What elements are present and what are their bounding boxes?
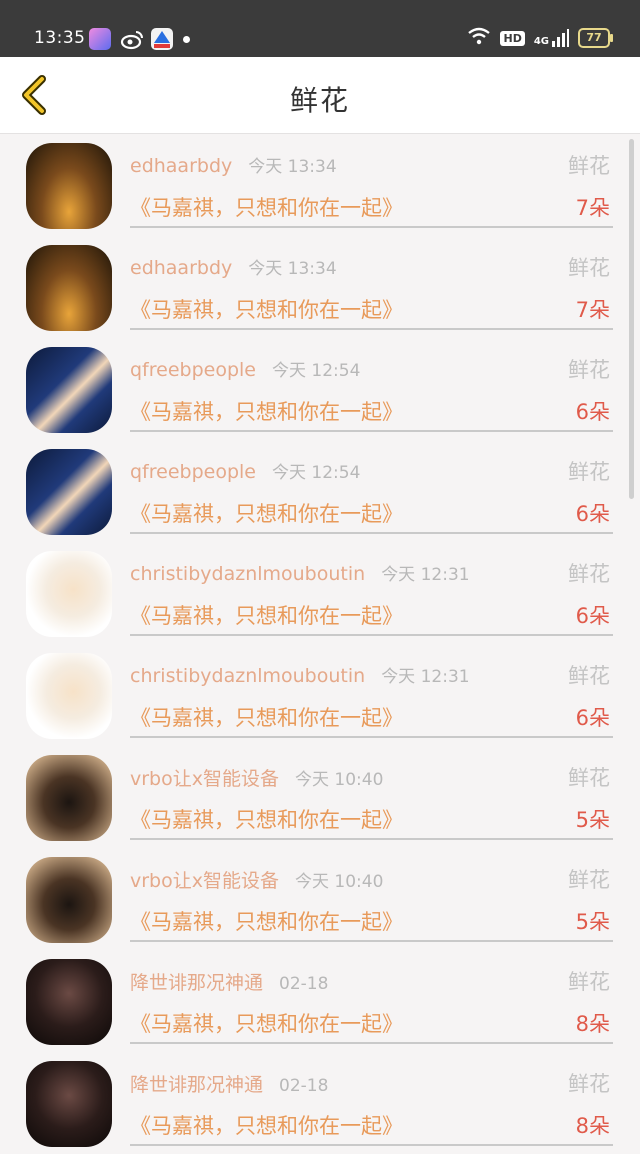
avatar[interactable] — [26, 143, 112, 229]
divider — [130, 226, 613, 228]
username[interactable]: vrbo让x智能设备 今天 10:40 — [130, 764, 383, 791]
timestamp: 今天 13:34 — [248, 157, 337, 177]
divider — [130, 1042, 613, 1044]
list-item[interactable]: christibydaznlmouboutin 今天 12:31 鲜花 《马嘉祺，… — [0, 542, 640, 644]
status-bar: 13:35 HD 4G 77 — [0, 0, 640, 57]
book-title[interactable]: 《马嘉祺，只想和你在一起》 — [130, 1110, 403, 1140]
gift-type: 鲜花 — [568, 562, 610, 586]
avatar[interactable] — [26, 755, 112, 841]
gift-count: 8朵 — [575, 1114, 610, 1138]
list-item[interactable]: qfreebpeople 今天 12:54 鲜花 《马嘉祺，只想和你在一起》 6朵 — [0, 338, 640, 440]
list-item[interactable]: 降世诽那况神通 02-18 鲜花 《马嘉祺，只想和你在一起》 8朵 — [0, 1052, 640, 1154]
gift-type: 鲜花 — [568, 1072, 610, 1096]
gift-count: 7朵 — [575, 298, 610, 322]
book-title[interactable]: 《马嘉祺，只想和你在一起》 — [130, 906, 403, 936]
username[interactable]: 降世诽那况神通 02-18 — [130, 1070, 328, 1097]
username[interactable]: christibydaznlmouboutin 今天 12:31 — [130, 662, 470, 687]
book-title[interactable]: 《马嘉祺，只想和你在一起》 — [130, 396, 403, 426]
gift-type: 鲜花 — [568, 664, 610, 688]
app-notification-icon — [89, 28, 111, 50]
gift-type: 鲜花 — [568, 256, 610, 280]
gift-count: 6朵 — [575, 604, 610, 628]
avatar[interactable] — [26, 245, 112, 331]
page-title: 鲜花 — [289, 84, 350, 117]
list-item[interactable]: edhaarbdy 今天 13:34 鲜花 《马嘉祺，只想和你在一起》 7朵 — [0, 236, 640, 338]
hd-badge: HD — [500, 30, 525, 46]
username[interactable]: qfreebpeople 今天 12:54 — [130, 356, 360, 381]
gift-count: 6朵 — [575, 706, 610, 730]
avatar[interactable] — [26, 653, 112, 739]
divider — [130, 532, 613, 534]
network-type-label: 4G — [533, 36, 549, 47]
divider — [130, 328, 613, 330]
notification-dot-icon — [183, 36, 190, 43]
timestamp: 今天 12:31 — [381, 565, 470, 585]
divider — [130, 430, 613, 432]
avatar[interactable] — [26, 857, 112, 943]
status-indicators: HD 4G 77 — [467, 26, 613, 50]
signal-icon: 4G — [534, 29, 569, 47]
timestamp: 今天 13:34 — [248, 259, 337, 279]
list-item[interactable]: edhaarbdy 今天 13:34 鲜花 《马嘉祺，只想和你在一起》 7朵 — [0, 134, 640, 236]
timestamp: 今天 12:54 — [272, 463, 361, 483]
divider — [130, 1144, 613, 1146]
gift-type: 鲜花 — [568, 970, 610, 994]
gift-count: 5朵 — [575, 910, 610, 934]
username[interactable]: vrbo让x智能设备 今天 10:40 — [130, 866, 383, 893]
gift-type: 鲜花 — [568, 358, 610, 382]
gift-count: 7朵 — [575, 196, 610, 220]
list-item[interactable]: qfreebpeople 今天 12:54 鲜花 《马嘉祺，只想和你在一起》 6朵 — [0, 440, 640, 542]
book-title[interactable]: 《马嘉祺，只想和你在一起》 — [130, 702, 403, 732]
divider — [130, 634, 613, 636]
avatar[interactable] — [26, 347, 112, 433]
gift-type: 鲜花 — [568, 868, 610, 892]
gift-type: 鲜花 — [568, 766, 610, 790]
book-title[interactable]: 《马嘉祺，只想和你在一起》 — [130, 498, 403, 528]
list-item[interactable]: christibydaznlmouboutin 今天 12:31 鲜花 《马嘉祺，… — [0, 644, 640, 746]
list-item[interactable]: 降世诽那况神通 02-18 鲜花 《马嘉祺，只想和你在一起》 8朵 — [0, 950, 640, 1052]
gift-type: 鲜花 — [568, 154, 610, 178]
weibo-icon — [120, 28, 144, 50]
gift-count: 6朵 — [575, 502, 610, 526]
timestamp: 今天 10:40 — [295, 770, 384, 790]
gift-type: 鲜花 — [568, 460, 610, 484]
username[interactable]: qfreebpeople 今天 12:54 — [130, 458, 360, 483]
header: 鲜花 — [0, 57, 640, 134]
timestamp: 02-18 — [279, 974, 329, 994]
gift-list[interactable]: edhaarbdy 今天 13:34 鲜花 《马嘉祺，只想和你在一起》 7朵 ed… — [0, 134, 640, 1154]
divider — [130, 838, 613, 840]
username[interactable]: 降世诽那况神通 02-18 — [130, 968, 328, 995]
timestamp: 今天 10:40 — [295, 872, 384, 892]
gift-count: 6朵 — [575, 400, 610, 424]
divider — [130, 940, 613, 942]
gift-count: 5朵 — [575, 808, 610, 832]
username[interactable]: edhaarbdy 今天 13:34 — [130, 254, 337, 279]
username[interactable]: edhaarbdy 今天 13:34 — [130, 152, 337, 177]
avatar[interactable] — [26, 959, 112, 1045]
book-title[interactable]: 《马嘉祺，只想和你在一起》 — [130, 1008, 403, 1038]
status-time: 13:35 — [34, 28, 86, 48]
divider — [130, 736, 613, 738]
avatar[interactable] — [26, 1061, 112, 1147]
username[interactable]: christibydaznlmouboutin 今天 12:31 — [130, 560, 470, 585]
book-title[interactable]: 《马嘉祺，只想和你在一起》 — [130, 600, 403, 630]
wifi-icon — [467, 27, 491, 49]
timestamp: 02-18 — [279, 1076, 329, 1096]
book-title[interactable]: 《马嘉祺，只想和你在一起》 — [130, 294, 403, 324]
book-title[interactable]: 《马嘉祺，只想和你在一起》 — [130, 192, 403, 222]
list-item[interactable]: vrbo让x智能设备 今天 10:40 鲜花 《马嘉祺，只想和你在一起》 5朵 — [0, 746, 640, 848]
avatar[interactable] — [26, 551, 112, 637]
timestamp: 今天 12:54 — [272, 361, 361, 381]
battery-icon: 77 — [578, 28, 613, 48]
timestamp: 今天 12:31 — [381, 667, 470, 687]
gift-count: 8朵 — [575, 1012, 610, 1036]
book-title[interactable]: 《马嘉祺，只想和你在一起》 — [130, 804, 403, 834]
avatar[interactable] — [26, 449, 112, 535]
list-item[interactable]: vrbo让x智能设备 今天 10:40 鲜花 《马嘉祺，只想和你在一起》 5朵 — [0, 848, 640, 950]
news-app-icon — [151, 28, 173, 50]
